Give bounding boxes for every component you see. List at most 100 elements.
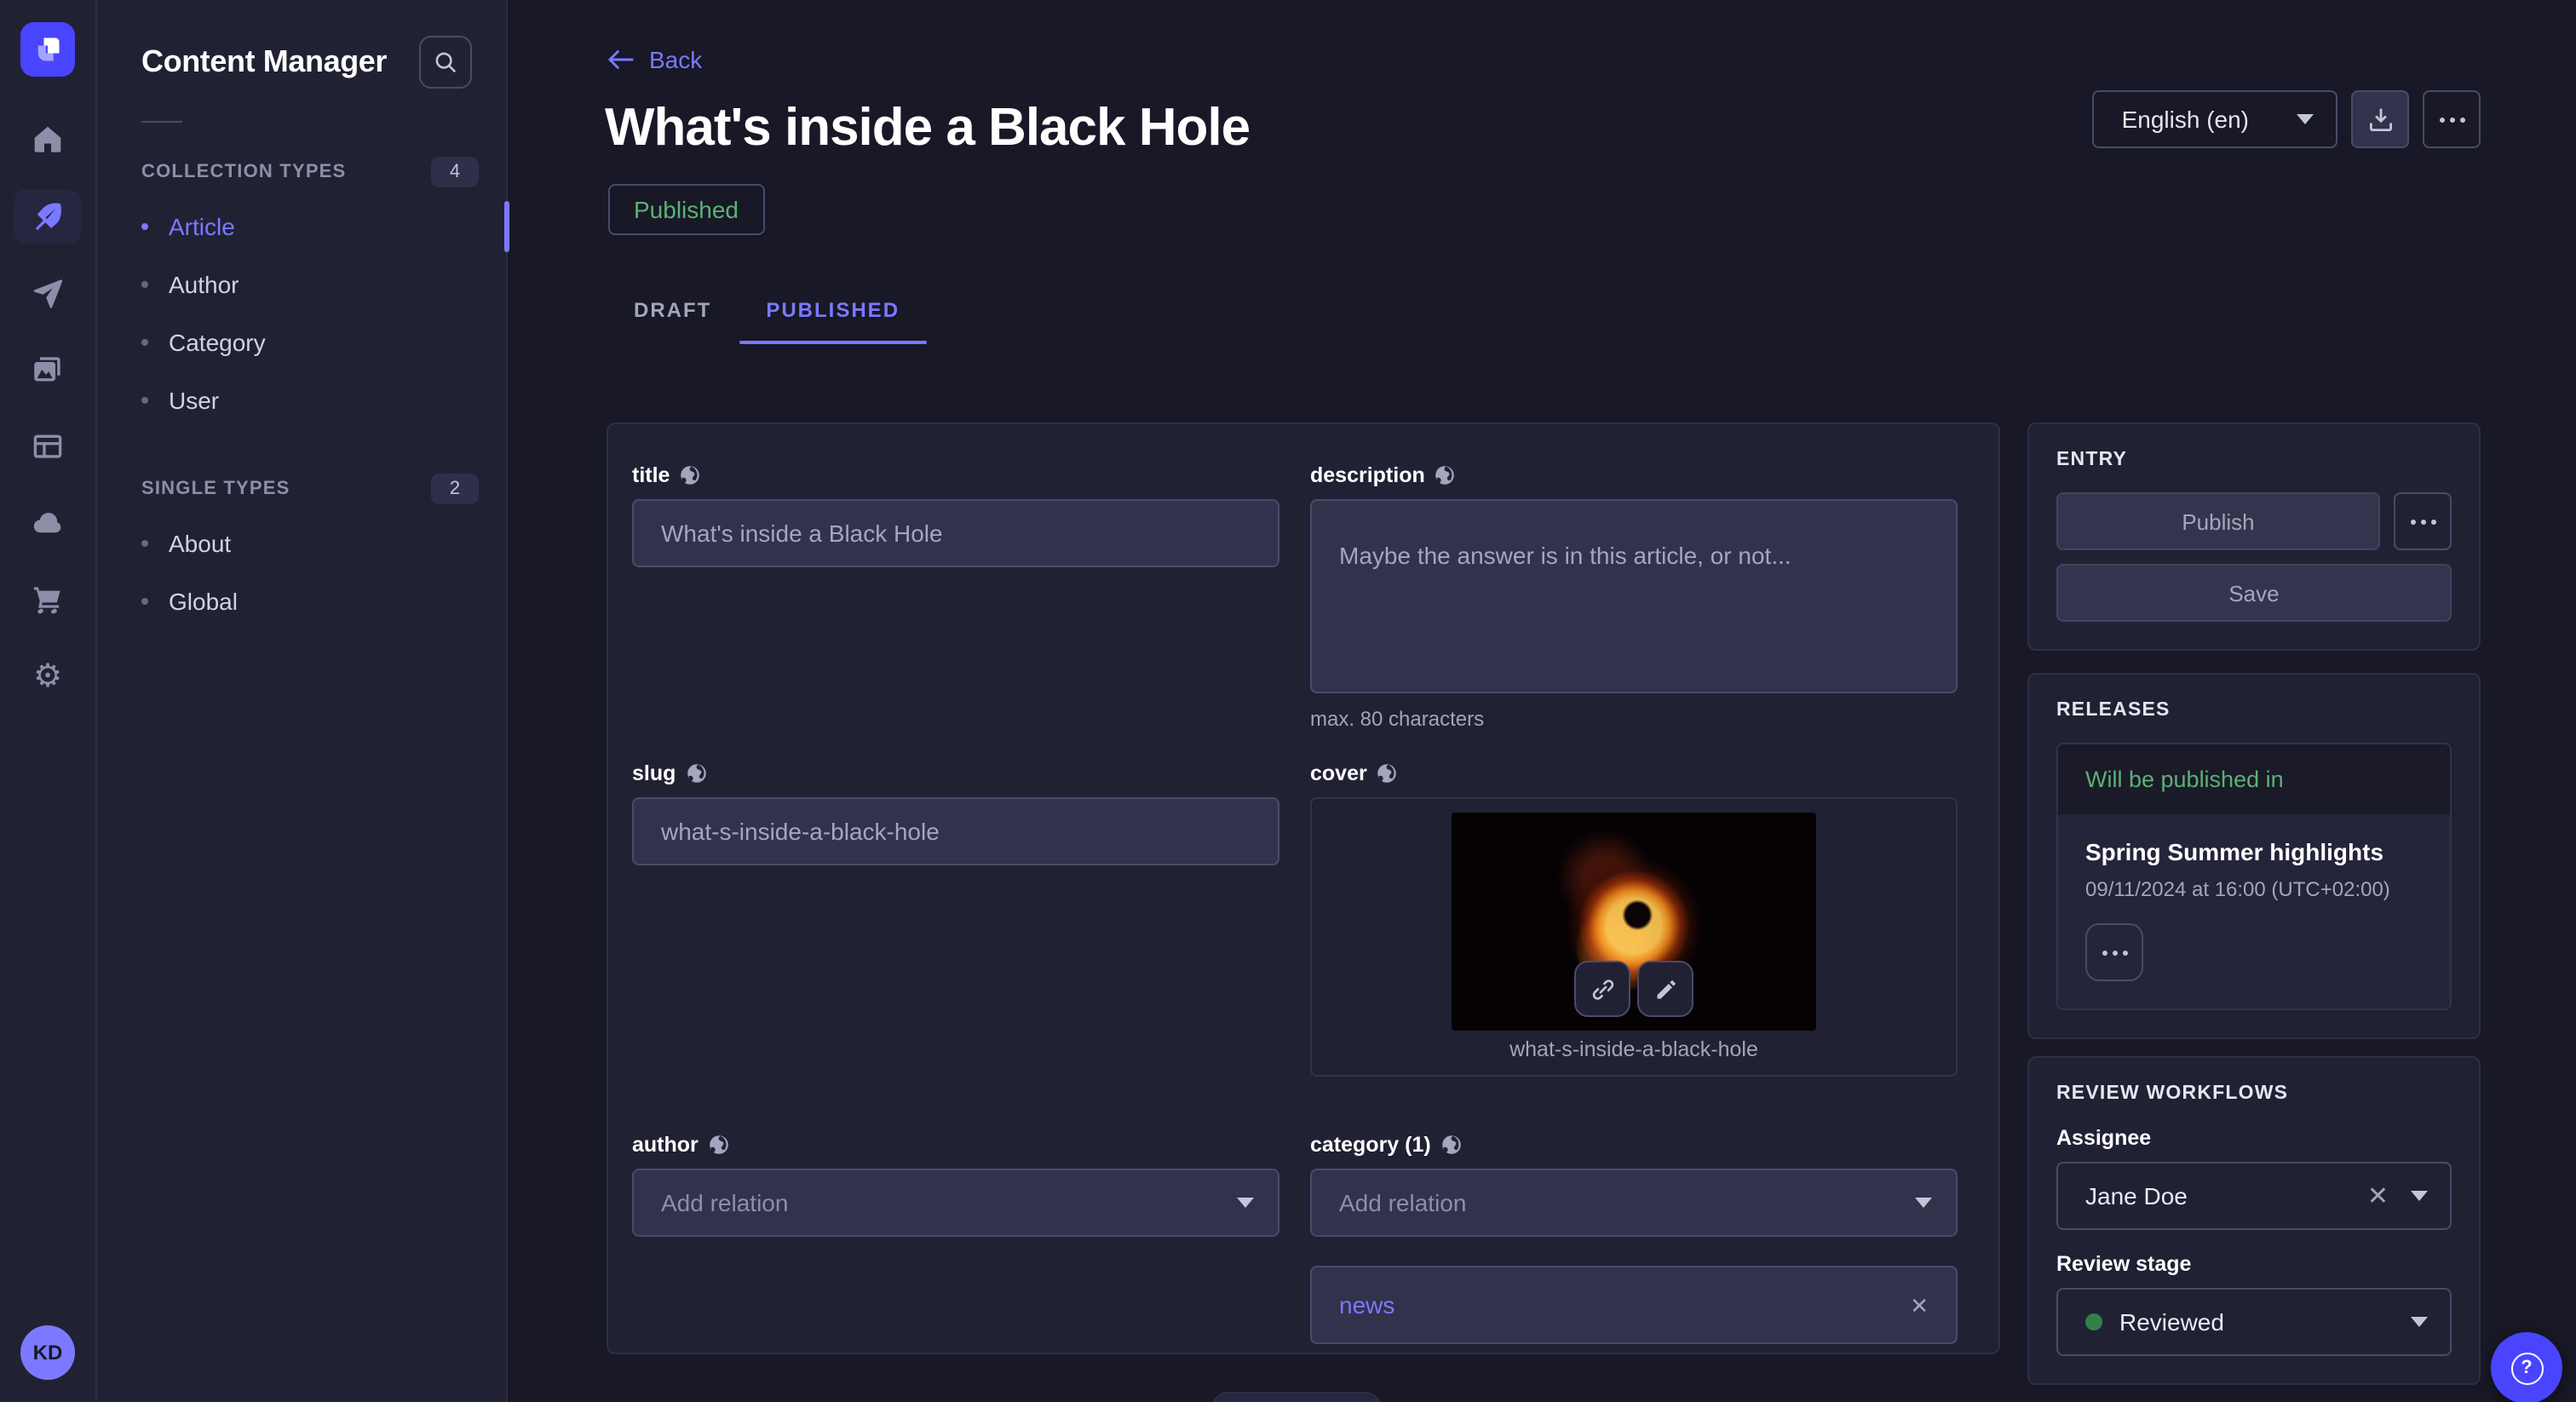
help-button[interactable]: ? bbox=[2491, 1332, 2562, 1402]
sidebar-item-global[interactable]: Global bbox=[97, 572, 506, 630]
category-relation-select[interactable]: Add relation bbox=[1310, 1169, 1958, 1237]
bullet-icon bbox=[141, 223, 148, 230]
tab-draft[interactable]: DRAFT bbox=[607, 283, 739, 344]
locale-select[interactable]: English (en) bbox=[2093, 90, 2337, 148]
slug-input[interactable]: what-s-inside-a-black-hole bbox=[632, 797, 1279, 865]
header-controls: English (en) bbox=[2093, 90, 2481, 148]
feather-icon[interactable] bbox=[14, 189, 82, 244]
status-badge: Published bbox=[608, 184, 764, 235]
sidebar-item-label: Article bbox=[169, 213, 235, 240]
sidebar-item-label: Author bbox=[169, 271, 239, 298]
images-icon[interactable] bbox=[14, 342, 82, 397]
save-button[interactable]: Save bbox=[2056, 564, 2452, 622]
field-description: description Maybe the answer is in this … bbox=[1310, 463, 1958, 731]
user-avatar[interactable]: KD bbox=[20, 1325, 75, 1380]
relation-link[interactable]: news bbox=[1339, 1291, 1394, 1319]
field-cover: cover what-s-inside-a-black-hole bbox=[1310, 761, 1958, 1077]
copy-link-icon[interactable] bbox=[1574, 961, 1630, 1017]
globe-icon bbox=[1377, 763, 1398, 784]
sidebar-item-label: Category bbox=[169, 329, 266, 356]
version-tabs: DRAFT PUBLISHED bbox=[607, 283, 927, 344]
remove-relation-icon[interactable]: ✕ bbox=[1910, 1294, 1929, 1316]
single-types-label: SINGLE TYPES bbox=[141, 479, 290, 499]
question-mark-icon: ? bbox=[2510, 1352, 2543, 1384]
field-title: title What's inside a Black Hole bbox=[632, 463, 1279, 567]
home-icon[interactable] bbox=[14, 112, 82, 167]
strapi-admin: ⚙ KD Content Manager COLLECTION TYPES 4 … bbox=[0, 0, 2576, 1402]
back-link[interactable]: Back bbox=[608, 46, 702, 73]
more-options-icon[interactable] bbox=[2423, 90, 2481, 148]
export-icon[interactable] bbox=[2351, 90, 2409, 148]
sidebar-item-label: User bbox=[169, 387, 219, 414]
single-types-count: 2 bbox=[431, 474, 479, 504]
release-date: 09/11/2024 at 16:00 (UTC+02:00) bbox=[2085, 877, 2423, 901]
main-nav-rail: ⚙ KD bbox=[0, 0, 97, 1402]
sidebar-item-label: About bbox=[169, 530, 231, 557]
globe-icon bbox=[1435, 465, 1456, 486]
sidebar-title: Content Manager bbox=[141, 44, 387, 80]
stage-dot-icon bbox=[2085, 1313, 2102, 1330]
bullet-icon bbox=[141, 339, 148, 346]
divider bbox=[141, 121, 182, 123]
description-textarea[interactable]: Maybe the answer is in this article, or … bbox=[1310, 499, 1958, 693]
layout-icon[interactable] bbox=[14, 419, 82, 474]
globe-icon bbox=[686, 763, 706, 784]
bullet-icon bbox=[141, 540, 148, 547]
chevron-down-icon bbox=[1915, 1198, 1932, 1208]
clear-assignee-icon[interactable]: ✕ bbox=[2367, 1183, 2389, 1209]
sidebar-item-label: Global bbox=[169, 588, 238, 615]
tab-published[interactable]: PUBLISHED bbox=[739, 283, 927, 344]
description-hint: max. 80 characters bbox=[1310, 707, 1958, 731]
title-input[interactable]: What's inside a Black Hole bbox=[632, 499, 1279, 567]
bullet-icon bbox=[141, 281, 148, 288]
chevron-down-icon bbox=[2411, 1191, 2428, 1201]
release-card: Will be published in Spring Summer highl… bbox=[2056, 743, 2452, 1010]
review-stage-select[interactable]: Reviewed bbox=[2056, 1288, 2452, 1356]
collection-types-list: Article Author Category User bbox=[97, 198, 506, 429]
assignee-select[interactable]: Jane Doe ✕ bbox=[2056, 1162, 2452, 1230]
sidebar-item-article[interactable]: Article bbox=[97, 198, 506, 256]
entry-more-icon[interactable] bbox=[2394, 492, 2452, 550]
release-name: Spring Summer highlights bbox=[2085, 838, 2423, 865]
edit-pencil-icon[interactable] bbox=[1637, 961, 1693, 1017]
strapi-logo[interactable] bbox=[20, 22, 75, 77]
author-relation-select[interactable]: Add relation bbox=[632, 1169, 1279, 1237]
arrow-left-icon bbox=[608, 49, 634, 70]
field-author: author Add relation bbox=[632, 1133, 1279, 1237]
chevron-down-icon bbox=[2297, 114, 2314, 124]
bullet-icon bbox=[141, 598, 148, 605]
publish-button[interactable]: Publish bbox=[2056, 492, 2380, 550]
globe-icon bbox=[1441, 1135, 1462, 1155]
bullet-icon bbox=[141, 397, 148, 404]
paper-plane-icon[interactable] bbox=[14, 266, 82, 320]
entry-panel: ENTRY Publish Save bbox=[2027, 422, 2481, 651]
search-icon[interactable] bbox=[419, 36, 472, 89]
entry-form-card: title What's inside a Black Hole descrip… bbox=[607, 422, 2000, 1354]
rail-icons: ⚙ bbox=[0, 112, 95, 704]
globe-icon bbox=[680, 465, 700, 486]
field-slug: slug what-s-inside-a-black-hole bbox=[632, 761, 1279, 865]
sidebar-item-about[interactable]: About bbox=[97, 514, 506, 572]
collapsed-component-button[interactable] bbox=[1211, 1392, 1382, 1402]
review-stage-label: Review stage bbox=[2056, 1252, 2452, 1276]
collection-types-count: 4 bbox=[431, 157, 479, 187]
assignee-label: Assignee bbox=[2056, 1126, 2452, 1150]
single-types-list: About Global bbox=[97, 514, 506, 630]
chevron-down-icon bbox=[2411, 1317, 2428, 1327]
cart-icon[interactable] bbox=[14, 572, 82, 627]
cloud-icon[interactable] bbox=[14, 496, 82, 550]
chevron-down-icon bbox=[1237, 1198, 1254, 1208]
sidebar-item-author[interactable]: Author bbox=[97, 256, 506, 313]
release-more-icon[interactable] bbox=[2085, 923, 2143, 981]
field-category: category (1) Add relation news ✕ bbox=[1310, 1133, 1958, 1344]
sidebar-item-user[interactable]: User bbox=[97, 371, 506, 429]
content-manager-sidebar: Content Manager COLLECTION TYPES 4 Artic… bbox=[97, 0, 508, 1402]
cover-caption: what-s-inside-a-black-hole bbox=[1312, 1037, 1956, 1061]
release-status: Will be published in bbox=[2058, 744, 2450, 814]
review-workflows-panel: REVIEW WORKFLOWS Assignee Jane Doe ✕ Rev… bbox=[2027, 1056, 2481, 1385]
gear-icon[interactable]: ⚙ bbox=[14, 649, 82, 704]
globe-icon bbox=[709, 1135, 729, 1155]
sidebar-item-category[interactable]: Category bbox=[97, 313, 506, 371]
category-relation-news: news ✕ bbox=[1310, 1266, 1958, 1344]
page-title: What's inside a Black Hole bbox=[605, 97, 1250, 158]
